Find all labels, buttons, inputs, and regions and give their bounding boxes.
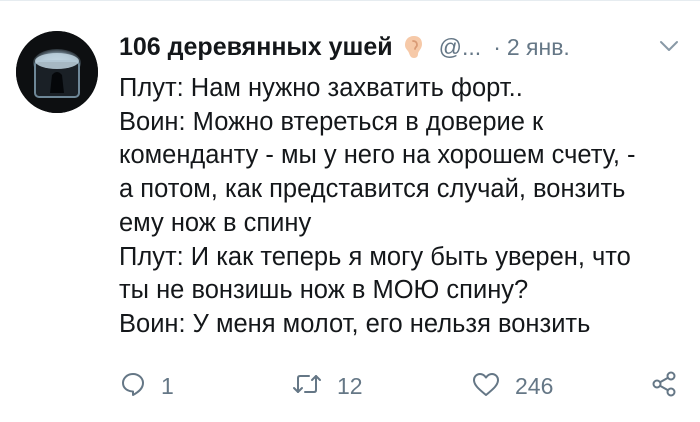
tweet-text-line: Плут: Нам нужно захватить форт.. (119, 74, 523, 102)
tweet-date[interactable]: 2 янв. (507, 34, 570, 61)
tweet-text-line: Воин: У меня молот, его нельзя вонзить (119, 309, 591, 338)
tweet-text-line: Воин: Можно втереться в доверие к (119, 107, 544, 136)
tweet-text-line: а потом, как представится случай, вонзит… (119, 175, 626, 204)
tweet-text: Плут: Нам нужно захватить форт.. Воин: М… (119, 72, 689, 342)
heart-icon (471, 370, 501, 403)
tweet-actions: 1 12 246 (119, 366, 689, 406)
tweet-text-line: коменданту - мы у него на хорошем счету,… (119, 141, 636, 170)
header-separator: · (493, 33, 501, 60)
like-button[interactable]: 246 (471, 366, 553, 406)
chevron-down-icon[interactable] (657, 34, 681, 58)
retweet-icon (291, 370, 323, 403)
share-button[interactable] (649, 366, 679, 406)
tweet-header: 106 деревянных ушей @... · 2 янв. (119, 30, 689, 64)
tweet-text-line: Плут: И как теперь я могу быть уверен, ч… (119, 242, 631, 271)
like-count: 246 (515, 372, 554, 399)
tweet-text-line: ему нож в спину (119, 208, 312, 237)
reply-icon (119, 370, 147, 403)
top-divider (0, 0, 700, 1)
reply-button[interactable]: 1 (119, 366, 174, 406)
avatar[interactable] (16, 31, 98, 113)
ear-icon (403, 34, 425, 60)
tweet-text-line: ты не вонзишь нож в МОЮ спину? (119, 276, 529, 305)
share-icon (649, 369, 679, 404)
display-name[interactable]: 106 деревянных ушей (119, 33, 393, 62)
author-handle[interactable]: @... (439, 34, 482, 61)
retweet-count: 12 (337, 372, 363, 399)
retweet-button[interactable]: 12 (291, 366, 363, 406)
reply-count: 1 (161, 372, 174, 399)
